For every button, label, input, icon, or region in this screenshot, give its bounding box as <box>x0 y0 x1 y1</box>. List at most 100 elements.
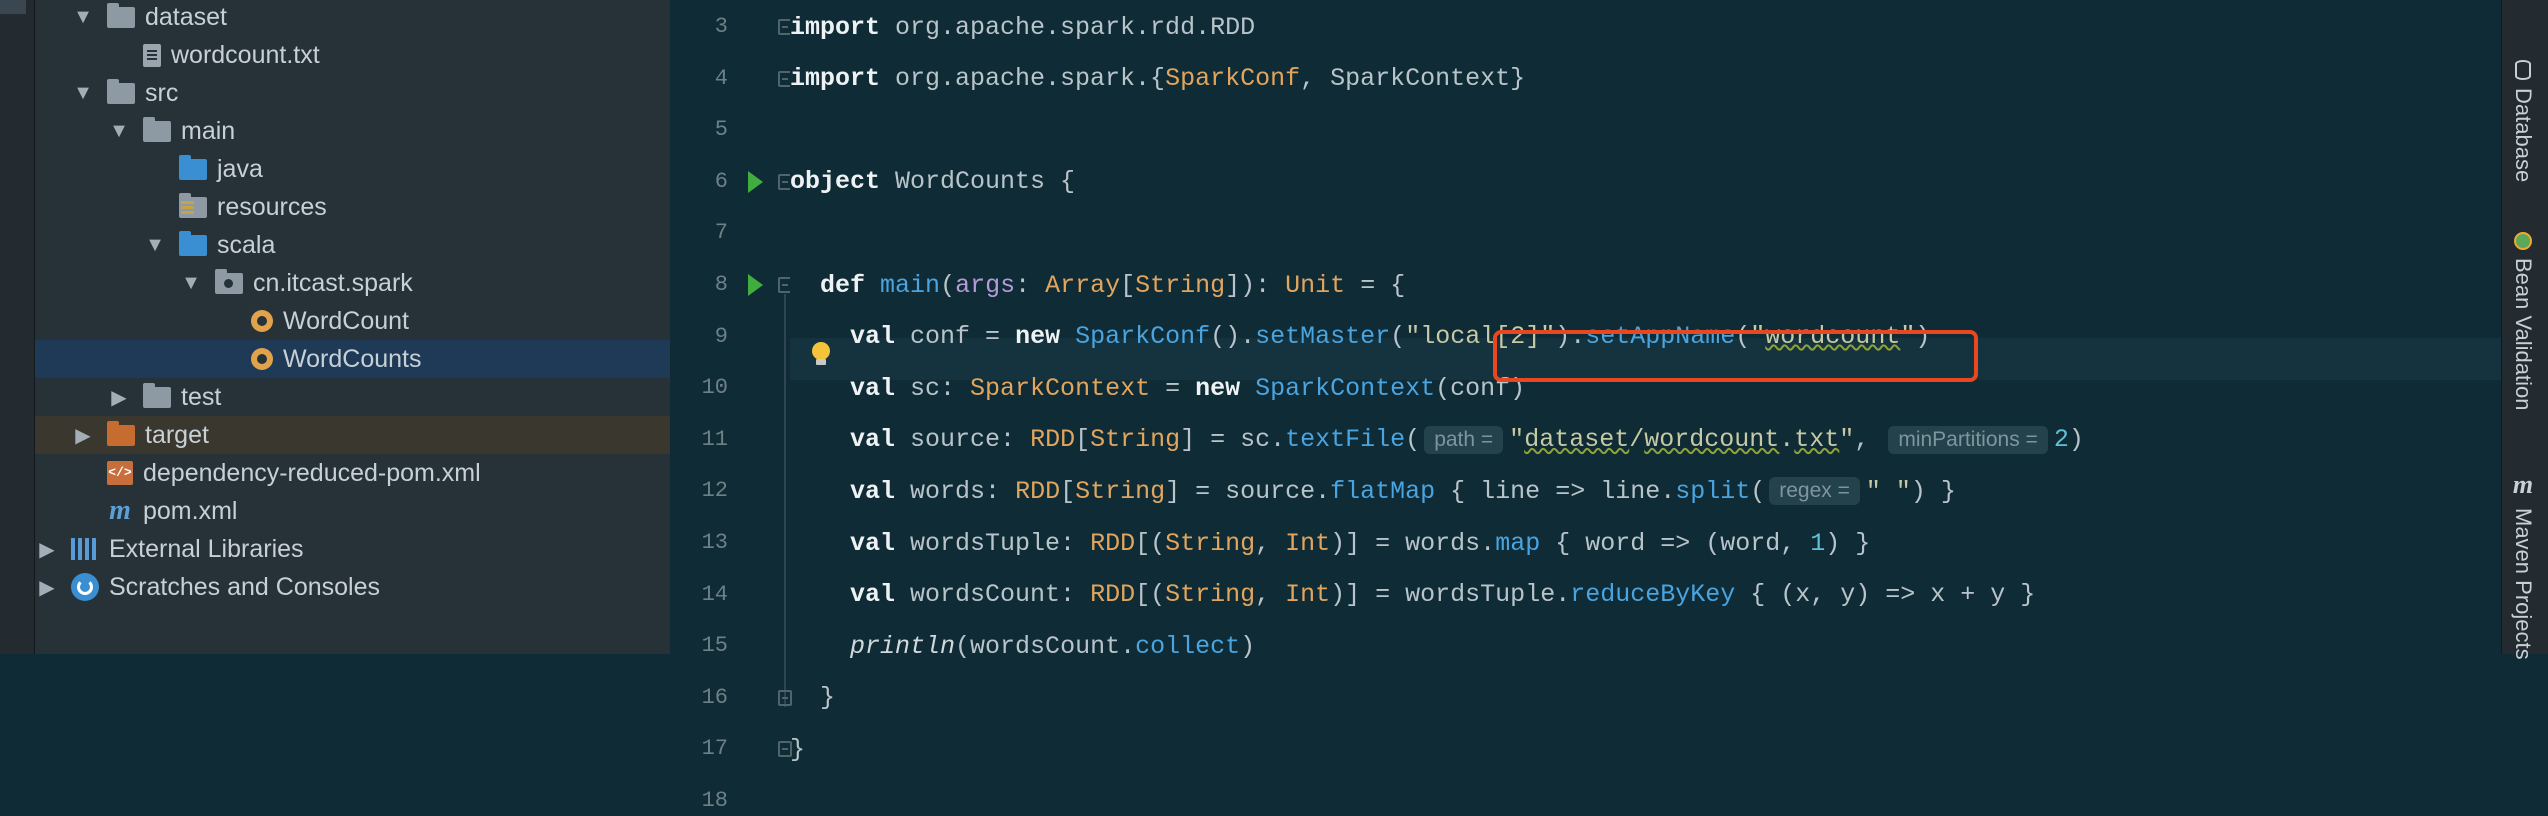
chevron-down-icon[interactable]: ▼ <box>107 120 131 143</box>
code-token: " <box>1900 322 1916 352</box>
code-token: String <box>1165 528 1256 558</box>
tree-node[interactable]: ▶ External Libraries <box>35 530 670 568</box>
maven-file-icon: m <box>109 495 131 526</box>
fold-guide-line <box>784 294 786 707</box>
code-token: RDD <box>1090 528 1136 558</box>
scratches-icon <box>71 573 99 601</box>
tree-node[interactable]: ▼ src <box>35 74 670 112</box>
resources-folder-icon <box>179 192 207 218</box>
tree-node-label: resources <box>217 192 327 221</box>
code-token: def <box>820 270 866 300</box>
code-token: { (x, y) => x + y } <box>1735 580 2036 610</box>
code-token: = <box>1150 373 1196 403</box>
tree-node-label: test <box>181 382 222 411</box>
code-token: main <box>880 270 941 300</box>
tree-node[interactable]: resources <box>35 188 670 226</box>
code-token: ] = source. <box>1165 476 1331 506</box>
chevron-down-icon[interactable]: ▼ <box>71 6 95 29</box>
code-line: println (wordsCount. collect) <box>790 625 1255 667</box>
tree-node[interactable]: ▼ dataset <box>35 0 670 36</box>
project-tool-tab[interactable] <box>0 0 26 14</box>
tree-node[interactable]: m pom.xml <box>35 492 670 530</box>
tool-tab-maven-projects[interactable]: m Maven Projects <box>2510 470 2536 660</box>
tree-node[interactable]: </> dependency-reduced-pom.xml <box>35 454 670 492</box>
chevron-right-icon[interactable]: ▶ <box>35 537 59 562</box>
code-token: / <box>1629 425 1645 455</box>
tree-node[interactable]: ▼ cn.itcast.spark <box>35 264 670 302</box>
code-token: setAppName <box>1585 322 1736 352</box>
line-number: 6 <box>714 168 728 194</box>
chevron-right-icon[interactable]: ▶ <box>71 423 95 448</box>
code-token: val <box>850 373 896 403</box>
code-token: : <box>1015 270 1046 300</box>
tree-node[interactable]: ▶ Scratches and Consoles <box>35 568 670 606</box>
tree-node[interactable]: ▼ scala <box>35 226 670 264</box>
excluded-folder-icon <box>107 420 135 446</box>
chevron-down-icon[interactable]: ▼ <box>143 234 167 257</box>
libraries-icon <box>71 538 99 560</box>
tree-node[interactable]: wordcount.txt <box>35 36 670 74</box>
line-number: 18 <box>701 788 728 813</box>
code-token: val <box>850 580 896 610</box>
maven-icon: m <box>2512 470 2534 499</box>
folder-icon <box>107 78 135 104</box>
code-token: , <box>1255 580 1286 610</box>
code-line: def main(args: Array[String]): Unit = { <box>790 264 1405 306</box>
code-editor[interactable]: import org.apache.spark.rdd.RDD import or… <box>790 0 2502 764</box>
tree-node[interactable]: ▼ main <box>35 112 670 150</box>
code-token: { word => (word, <box>1540 528 1811 558</box>
package-icon <box>215 268 243 294</box>
code-token: ) } <box>1910 476 1956 506</box>
code-line: import org.apache.spark.rdd.RDD <box>790 6 1255 48</box>
code-line: val conf = new SparkConf (). setMaster("lo… <box>790 316 1930 358</box>
tree-node[interactable]: ▶ target <box>35 416 670 454</box>
code-token: ( <box>1750 476 1766 506</box>
code-token: wordsTuple: <box>895 528 1091 558</box>
code-token: String <box>1075 476 1166 506</box>
tree-node-label: src <box>145 78 179 107</box>
tree-node-label: scala <box>217 230 276 259</box>
run-icon[interactable] <box>748 170 763 193</box>
tool-tab-bean-validation[interactable]: Bean Validation <box>2510 232 2536 411</box>
code-token: SparkConf <box>1075 322 1211 352</box>
code-token: val <box>850 476 896 506</box>
tree-node[interactable]: WordCounts <box>35 340 670 378</box>
code-token: String <box>1165 580 1256 610</box>
tree-node[interactable]: ▶ test <box>35 378 670 416</box>
code-token: ] = sc. <box>1180 425 1286 455</box>
line-number: 7 <box>714 220 728 246</box>
code-token: , <box>1255 528 1286 558</box>
run-icon[interactable] <box>748 274 763 296</box>
chevron-right-icon[interactable]: ▶ <box>35 575 59 600</box>
editor-gutter: 3 4 5 6 7 8 9 10 11 12 13 14 15 16 17 18 <box>670 0 792 813</box>
chevron-right-icon[interactable]: ▶ <box>107 385 131 410</box>
code-token: "local[2]" <box>1405 322 1556 352</box>
code-token: " " <box>1865 476 1911 506</box>
code-token: Int <box>1285 528 1331 558</box>
code-token: Int <box>1285 580 1331 610</box>
line-number: 8 <box>714 272 728 297</box>
code-token: org.apache.spark.rdd.RDD <box>880 12 1256 42</box>
code-token: 2 <box>2053 425 2069 455</box>
tree-node-label: cn.itcast.spark <box>253 268 413 297</box>
code-token: ( <box>1405 425 1421 455</box>
code-token: } <box>790 734 806 764</box>
code-line: object WordCounts { <box>790 161 1075 203</box>
tree-node-label: pom.xml <box>143 496 238 525</box>
code-token: new <box>1015 322 1061 352</box>
code-token: [ <box>1120 270 1136 300</box>
chevron-down-icon[interactable]: ▼ <box>71 82 95 105</box>
tree-node[interactable]: WordCount <box>35 302 670 340</box>
chevron-down-icon[interactable]: ▼ <box>179 272 203 295</box>
tree-node[interactable]: java <box>35 150 670 188</box>
code-token: Unit <box>1285 270 1346 300</box>
code-token: [ <box>1075 425 1091 455</box>
folder-icon <box>143 116 171 142</box>
code-token: ( <box>1390 322 1406 352</box>
code-token: flatMap <box>1330 476 1436 506</box>
tool-tab-database[interactable]: Database <box>2510 60 2536 182</box>
parameter-hint: path = <box>1424 425 1504 454</box>
